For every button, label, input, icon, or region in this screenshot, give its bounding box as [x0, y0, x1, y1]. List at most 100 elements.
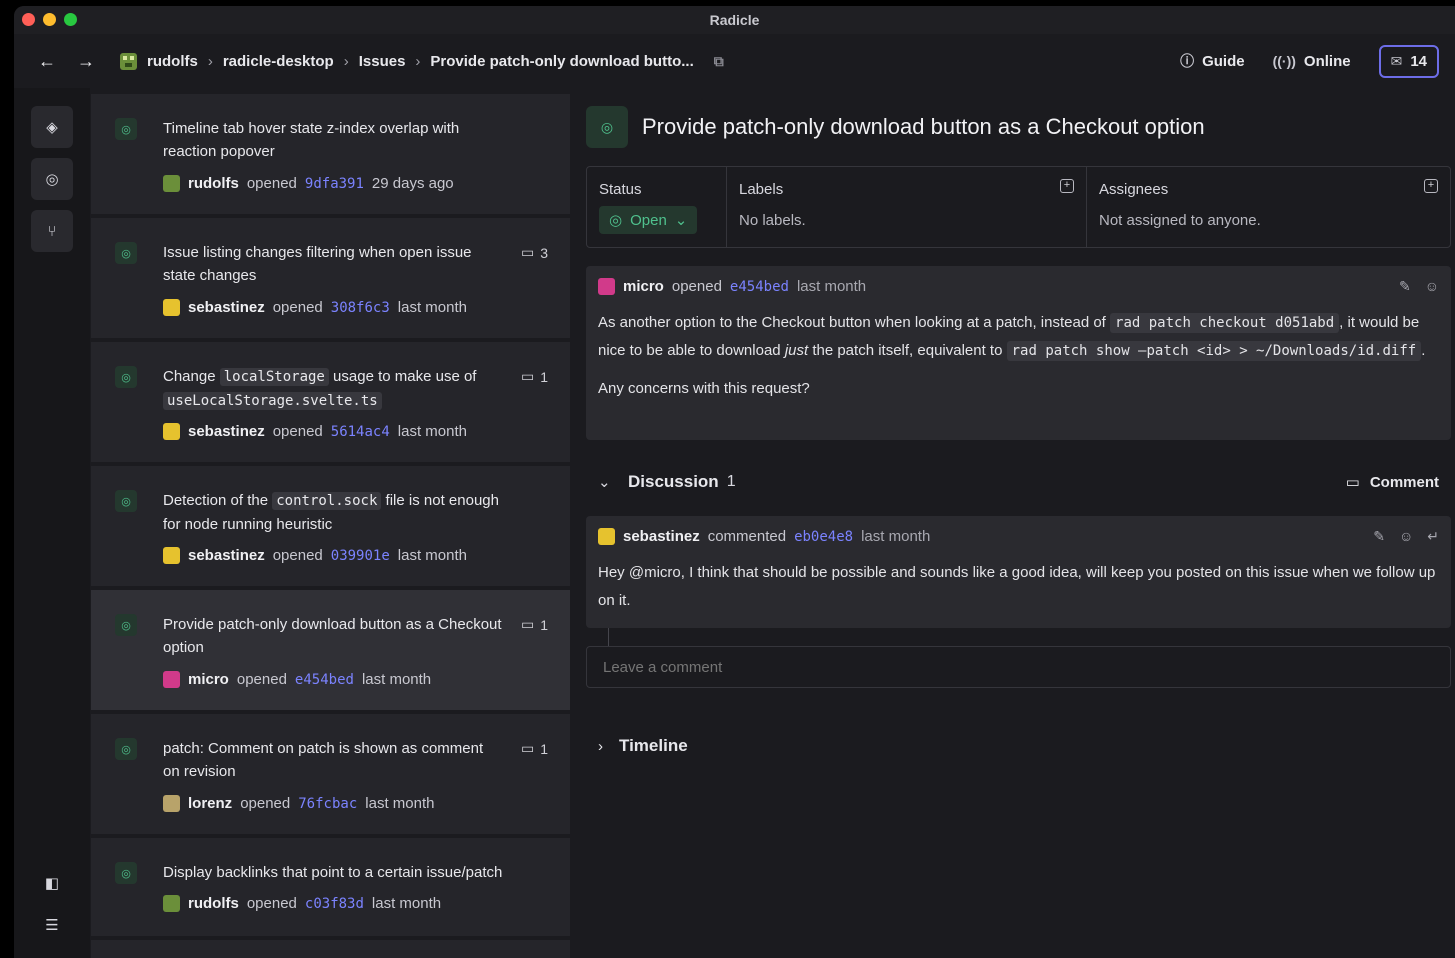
issue-list-item[interactable]: ◎ Change localStorage usage to make use …: [91, 342, 570, 462]
issue-hash[interactable]: 9dfa391: [305, 176, 364, 192]
add-assignee-icon[interactable]: +: [1424, 179, 1438, 193]
body-code: rad patch show —patch <id> > ~/Downloads…: [1006, 341, 1422, 361]
issue-hash[interactable]: 308f6c3: [331, 300, 390, 316]
issue-author[interactable]: rudolfs: [188, 175, 239, 192]
back-button[interactable]: ←: [38, 51, 64, 72]
zoom-window-button[interactable]: [64, 13, 77, 26]
issue-list-item[interactable]: ◎ Display backlinks that point to a cert…: [91, 838, 570, 936]
discussion-label: Discussion: [628, 472, 719, 491]
avatar: [163, 547, 180, 564]
issue-author[interactable]: sebastinez: [188, 547, 265, 564]
issue-time: last month: [397, 423, 467, 440]
avatar: [163, 795, 180, 812]
add-label-icon[interactable]: +: [1060, 179, 1074, 193]
issue-title: Timeline tab hover state z-index overlap…: [163, 120, 460, 160]
comment-icon: ▭: [1345, 474, 1360, 491]
avatar: [598, 278, 615, 295]
issue-title: Issue listing changes filtering when ope…: [163, 244, 472, 284]
settings-button[interactable]: ☰: [31, 910, 73, 940]
issue-list-item[interactable]: ◎ Detection of the control.sock file is …: [91, 466, 570, 586]
issue-hash[interactable]: 039901e: [331, 548, 390, 564]
breadcrumb-user[interactable]: rudolfs: [147, 53, 198, 70]
body-author[interactable]: micro: [623, 278, 664, 295]
issue-title: Detection of the control.sock file is no…: [163, 489, 503, 536]
issue-list-item[interactable]: [91, 940, 570, 958]
rudolfs-avatar-icon: [120, 52, 137, 70]
inbox-button[interactable]: ✉ 14: [1378, 44, 1439, 78]
chevron-right-icon: ›: [343, 52, 349, 70]
minimize-window-button[interactable]: [43, 13, 56, 26]
patches-nav-button[interactable]: ⑂: [31, 210, 73, 252]
online-status-button[interactable]: ((·)) Online: [1273, 53, 1351, 70]
chevron-down-icon[interactable]: ⌄: [598, 473, 612, 491]
copy-icon[interactable]: ⧉: [714, 53, 724, 70]
issue-list-item-selected[interactable]: ◎ Provide patch-only download button as …: [91, 590, 570, 710]
reply-icon[interactable]: ↵: [1427, 528, 1439, 545]
pencil-icon[interactable]: ✎: [1399, 278, 1411, 295]
comment-icon: ▭: [520, 368, 535, 384]
title-text: usage to make use of: [328, 368, 477, 385]
labels-value: No labels.: [739, 212, 806, 229]
thread-connector: [608, 628, 609, 646]
issue-meta: lorenz opened 76fcbac last month: [163, 795, 434, 812]
breadcrumb-repo[interactable]: radicle-desktop: [223, 53, 334, 70]
breadcrumb-issues[interactable]: Issues: [359, 53, 406, 70]
comment-button[interactable]: ▭ Comment: [1345, 473, 1439, 492]
body-text: the patch itself, equivalent to: [808, 342, 1007, 359]
sidebar-toggle-icon: ◧: [44, 875, 60, 892]
issue-body-text: As another option to the Checkout button…: [586, 295, 1451, 403]
forward-button[interactable]: →: [77, 51, 103, 72]
body-emphasis: just: [784, 342, 809, 359]
issue-hash[interactable]: 5614ac4: [331, 424, 390, 440]
comment-count-value: 3: [540, 244, 548, 261]
issue-author[interactable]: micro: [188, 671, 229, 688]
issue-list-item[interactable]: ◎ Issue listing changes filtering when o…: [91, 218, 570, 338]
sidebar-toggle-button[interactable]: ◧: [31, 868, 73, 898]
issue-title: Display backlinks that point to a certai…: [163, 864, 503, 881]
issue-author[interactable]: rudolfs: [188, 895, 239, 912]
comment-count: ▭ 1: [521, 740, 548, 757]
timeline-label: Timeline: [619, 736, 688, 755]
chevron-right-icon: ›: [598, 737, 603, 755]
layers-icon: ◈: [46, 119, 58, 136]
issue-hash[interactable]: e454bed: [295, 672, 354, 688]
title-code: control.sock: [272, 492, 382, 510]
issue-body-card: micro opened e454bed last month ✎ ☺ As a…: [586, 266, 1451, 440]
close-window-button[interactable]: [22, 13, 35, 26]
assignees-cell: Assignees Not assigned to anyone. +: [1087, 167, 1450, 247]
issue-verb: opened: [272, 299, 323, 316]
avatar: [163, 299, 180, 316]
title-text: Detection of the: [163, 492, 273, 509]
status-dropdown[interactable]: ◎ Open ⌄: [599, 206, 698, 234]
pencil-icon[interactable]: ✎: [1373, 528, 1385, 545]
emoji-icon[interactable]: ☺: [1399, 528, 1413, 545]
emoji-icon[interactable]: ☺: [1425, 278, 1439, 295]
timeline-toggle[interactable]: › Timeline: [598, 736, 688, 756]
issue-verb: opened: [272, 423, 323, 440]
issue-hash[interactable]: c03f83d: [305, 896, 364, 912]
issue-hash[interactable]: 76fcbac: [298, 796, 357, 812]
body-code: rad patch checkout d051abd: [1110, 313, 1340, 333]
body-hash[interactable]: e454bed: [730, 279, 789, 295]
online-label: Online: [1303, 52, 1351, 70]
comment-author[interactable]: sebastinez: [623, 528, 700, 545]
guide-label: Guide: [1202, 52, 1245, 70]
avatar: [163, 671, 180, 688]
issue-author[interactable]: sebastinez: [188, 423, 265, 440]
issue-author[interactable]: lorenz: [188, 795, 232, 812]
comment-time: last month: [861, 528, 931, 545]
comment-header: sebastinez commented eb0e4e8 last month …: [586, 516, 1451, 545]
layers-button[interactable]: ◈: [31, 106, 73, 148]
issue-list-item[interactable]: ◎ patch: Comment on patch is shown as co…: [91, 714, 570, 834]
issues-nav-button[interactable]: ◎: [31, 158, 73, 200]
guide-button[interactable]: ⓘ Guide: [1180, 51, 1245, 71]
inbox-count: 14: [1410, 52, 1427, 70]
issue-list-item[interactable]: ◎ Timeline tab hover state z-index overl…: [91, 94, 570, 214]
patches-icon: ⑂: [47, 222, 57, 240]
comment-count-value: 1: [540, 740, 548, 757]
issue-author[interactable]: sebastinez: [188, 299, 265, 316]
issue-time: last month: [361, 671, 432, 688]
comment-hash[interactable]: eb0e4e8: [794, 529, 853, 545]
issue-list: ◎ Timeline tab hover state z-index overl…: [91, 94, 570, 958]
leave-comment-input[interactable]: [586, 646, 1451, 688]
